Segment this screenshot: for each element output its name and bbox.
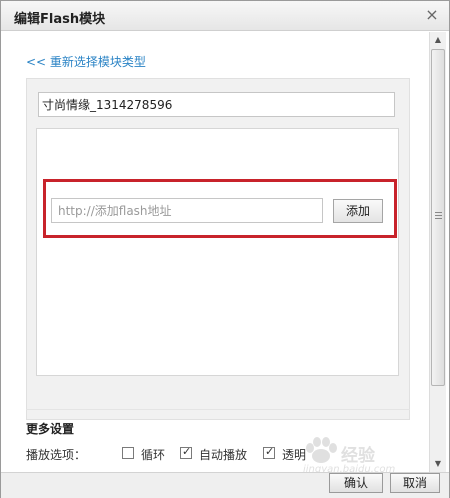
autoplay-checkbox[interactable] bbox=[180, 445, 192, 459]
dialog-title: 编辑Flash模块 bbox=[14, 12, 106, 27]
play-options-label: 播放选项： bbox=[26, 448, 87, 462]
cancel-button[interactable]: 取消 bbox=[390, 473, 440, 493]
dialog-footer: 确认 取消 bbox=[1, 472, 449, 498]
more-settings-title: 更多设置 bbox=[26, 422, 75, 436]
dialog-content: << 重新选择模块类型 添加 更多设置 播放选项： 循环 自动播放 透明 bbox=[2, 32, 428, 472]
module-name-input[interactable] bbox=[38, 92, 395, 117]
baidu-jingyan-watermark: 经验 jingyan.baidu.com bbox=[303, 437, 433, 477]
content-scrollbar[interactable]: ▲ ▼ bbox=[429, 32, 446, 472]
reselect-module-type-link[interactable]: << 重新选择模块类型 bbox=[26, 53, 146, 70]
baidu-paw-icon bbox=[306, 437, 337, 463]
edit-flash-dialog: 编辑Flash模块 × << 重新选择模块类型 添加 更多设置 播放选项： 循环… bbox=[0, 0, 450, 498]
loop-label: 循环 bbox=[141, 448, 166, 462]
confirm-button[interactable]: 确认 bbox=[329, 473, 383, 493]
section-divider bbox=[26, 409, 410, 410]
watermark-brand: 经验 bbox=[341, 446, 375, 466]
close-icon[interactable]: × bbox=[424, 6, 440, 24]
autoplay-label: 自动播放 bbox=[199, 448, 248, 462]
flash-preview-area bbox=[36, 128, 399, 376]
loop-checkbox[interactable] bbox=[122, 447, 134, 459]
scrollbar-thumb[interactable] bbox=[431, 49, 445, 386]
scroll-up-icon[interactable]: ▲ bbox=[430, 32, 446, 48]
transparent-checkbox[interactable] bbox=[263, 445, 275, 459]
flash-url-input[interactable] bbox=[51, 198, 323, 223]
dialog-titlebar[interactable]: 编辑Flash模块 × bbox=[1, 1, 449, 31]
add-flash-button[interactable]: 添加 bbox=[333, 199, 383, 223]
grip-icon bbox=[435, 212, 442, 219]
